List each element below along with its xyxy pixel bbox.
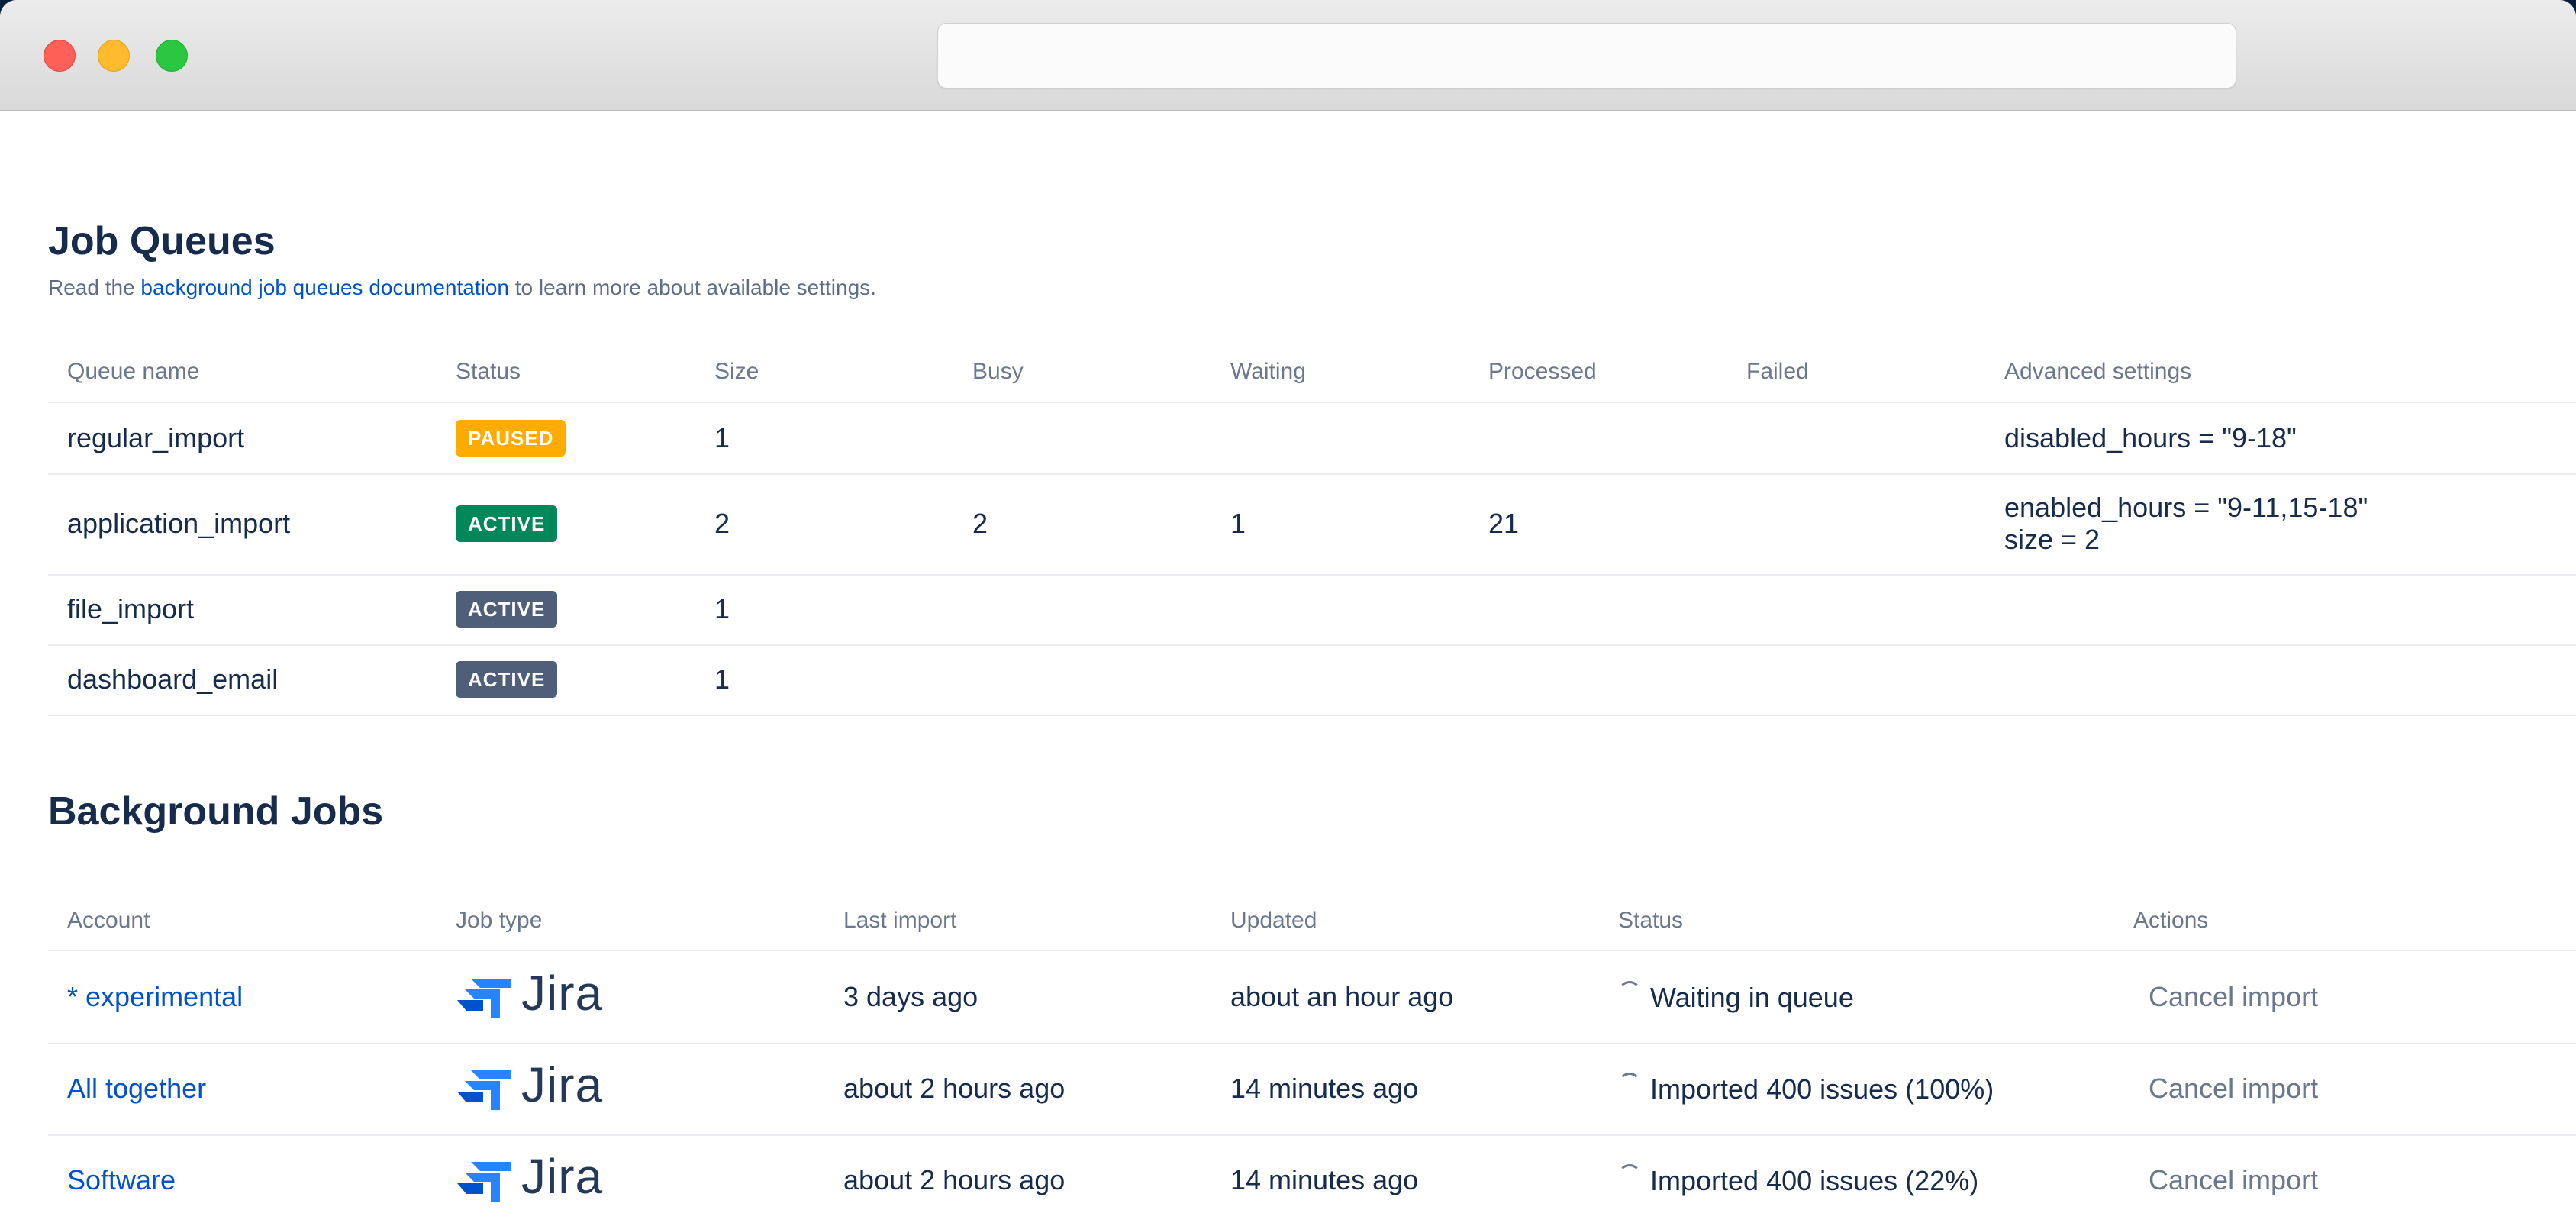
column-header-failed[interactable]: Failed [1746,359,1809,385]
column-header-processed[interactable]: Processed [1488,359,1597,385]
spinner-icon [1618,1073,1641,1095]
job-type-label: Jira [521,966,604,1021]
job-type: Jira [456,1149,604,1204]
jira-logo-icon [457,1070,511,1110]
page-content: Job Queues Read the background job queue… [0,111,2576,1210]
advanced-setting: enabled_hours = "9-11,15-18" [2004,492,2368,523]
browser-window: Job Queues Read the background job queue… [0,0,2576,1210]
status-text: Imported 400 issues (100%) [1650,1073,1994,1105]
status-text: Waiting in queue [1650,982,1854,1013]
job-type-label: Jira [521,1057,604,1112]
job-queues-intro: Read the background job queues documenta… [48,276,876,300]
job-type: Jira [456,1057,604,1112]
cancel-import-button[interactable]: Cancel import [2149,1164,2318,1196]
column-header-advanced-settings[interactable]: Advanced settings [2004,359,2191,385]
account-link[interactable]: * experimental [67,981,243,1013]
minimize-window-button[interactable] [98,40,130,72]
row-divider [48,473,2576,475]
column-header-updated[interactable]: Updated [1230,908,1317,934]
column-header-status[interactable]: Status [1618,908,1683,934]
account-link[interactable]: All together [67,1073,206,1105]
column-header-waiting[interactable]: Waiting [1230,359,1306,385]
spinner-icon [1618,1164,1641,1187]
cell-status: Imported 400 issues (22%) [1618,1164,1978,1197]
documentation-link[interactable]: background job queues documentation [140,276,509,299]
intro-suffix: to learn more about available settings. [509,276,876,299]
cell-status: Imported 400 issues (100%) [1618,1073,1994,1105]
cell-name: regular_import [67,422,245,453]
cell-updated: 14 minutes ago [1230,1073,1419,1104]
header-divider [48,402,2576,403]
spinner-icon [1618,981,1641,1004]
intro-prefix: Read the [48,276,141,299]
column-header-account[interactable]: Account [67,908,150,934]
row-divider [48,644,2576,646]
column-header-job-type[interactable]: Job type [456,908,542,934]
cell-name: application_import [67,508,291,539]
column-header-queue-name[interactable]: Queue name [67,359,199,385]
job-type: Jira [456,966,604,1021]
zoom-window-button[interactable] [156,40,188,72]
column-header-busy[interactable]: Busy [972,359,1024,385]
job-type-label: Jira [521,1149,604,1204]
cell-size: 1 [714,663,730,695]
cell-waiting: 1 [1230,508,1246,539]
row-divider [48,1043,2576,1044]
close-window-button[interactable] [44,40,76,72]
header-divider [48,950,2576,951]
row-divider [48,574,2576,576]
cancel-import-button[interactable]: Cancel import [2149,981,2318,1013]
column-header-size[interactable]: Size [714,359,759,385]
cell-updated: 14 minutes ago [1230,1164,1419,1195]
address-bar[interactable] [937,23,2236,89]
status-badge: PAUSED [456,420,566,457]
jira-logo-icon [457,979,511,1018]
status-text: Imported 400 issues (22%) [1650,1165,1979,1196]
cancel-import-button[interactable]: Cancel import [2149,1073,2318,1105]
cell-last-import: 3 days ago [843,981,978,1012]
status-badge: ACTIVE [456,661,558,698]
job-queues-title: Job Queues [48,219,276,263]
cell-size: 2 [714,508,730,539]
background-jobs-title: Background Jobs [48,789,384,834]
row-divider [48,715,2576,716]
status-badge: ACTIVE [456,591,558,628]
advanced-setting: disabled_hours = "9-18" [2004,422,2297,453]
jira-logo-icon [457,1162,511,1202]
column-header-status[interactable]: Status [456,359,521,385]
cell-status: Waiting in queue [1618,981,1854,1014]
column-header-actions[interactable]: Actions [2133,908,2208,934]
cell-updated: about an hour ago [1230,981,1454,1012]
cell-processed: 21 [1488,508,1520,539]
cell-last-import: about 2 hours ago [843,1164,1066,1195]
cell-size: 1 [714,593,730,624]
advanced-setting: size = 2 [2004,524,2100,555]
cell-name: file_import [67,593,195,624]
title-bar [0,0,2576,111]
cell-name: dashboard_email [67,663,279,695]
cell-busy: 2 [972,508,988,539]
status-badge: ACTIVE [456,505,558,542]
column-header-last-import[interactable]: Last import [843,908,956,934]
cell-last-import: about 2 hours ago [843,1073,1066,1104]
row-divider [48,1134,2576,1136]
account-link[interactable]: Software [67,1164,176,1196]
cell-size: 1 [714,422,730,453]
